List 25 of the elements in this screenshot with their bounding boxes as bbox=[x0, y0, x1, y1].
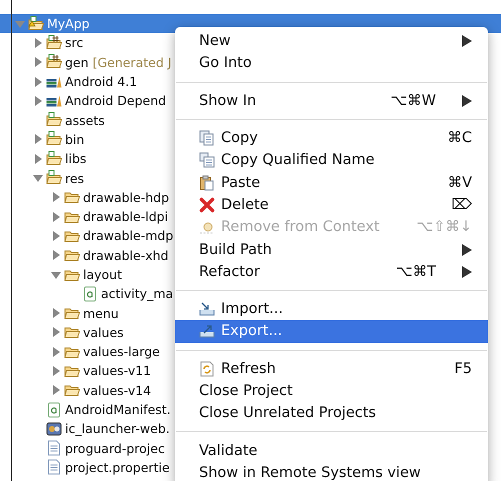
tree-item-decoration: [Generated J bbox=[92, 54, 172, 70]
tree-item-label: values-large bbox=[83, 344, 160, 360]
tree-item-label: AndroidManifest. bbox=[65, 402, 171, 418]
tree-item-label: drawable-hdp bbox=[83, 190, 170, 205]
tree-item-label: Android Depend bbox=[65, 93, 166, 108]
tree-item-label: assets bbox=[65, 112, 105, 128]
tree-item-label: proguard-projec bbox=[65, 440, 165, 456]
tree-item-label: bin bbox=[65, 132, 84, 147]
tree-item-label: layout bbox=[83, 267, 122, 282]
tree-item-label: activity_ma bbox=[101, 286, 174, 302]
tree-item-label: drawable-mdp bbox=[83, 228, 174, 244]
tree-item-label: gen bbox=[65, 54, 89, 70]
tree-item-label: values-v14 bbox=[83, 382, 152, 398]
tree-item-label: ic_launcher-web. bbox=[65, 421, 170, 436]
tree-item-label: drawable-xhd bbox=[83, 248, 168, 263]
tree-item-label: Android 4.1 bbox=[65, 74, 138, 90]
tree-item-label: project.propertie bbox=[65, 460, 170, 475]
tree-item-label: MyApp bbox=[47, 16, 90, 32]
tree-item-label: libs bbox=[65, 151, 86, 166]
tree-item-label: src bbox=[65, 35, 84, 50]
tree-item-label: res bbox=[65, 170, 84, 186]
tree-item-label: values bbox=[83, 324, 124, 340]
tree-item-label: values-v11 bbox=[83, 363, 152, 378]
tree-item-label: menu bbox=[83, 306, 119, 321]
tree-item-label: drawable-ldpi bbox=[83, 209, 168, 224]
